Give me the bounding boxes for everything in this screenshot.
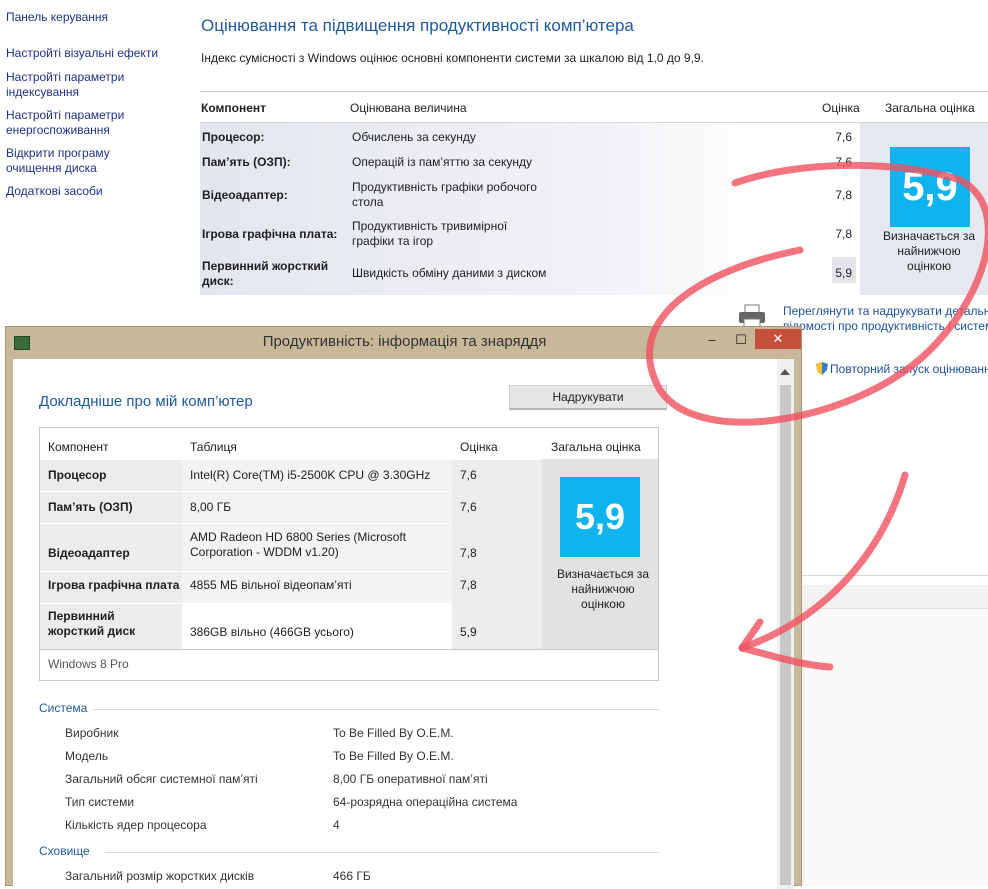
annotation-loop [645, 161, 988, 426]
annotation-arrow-shaft [738, 471, 909, 652]
annotation-swirl [645, 161, 988, 671]
